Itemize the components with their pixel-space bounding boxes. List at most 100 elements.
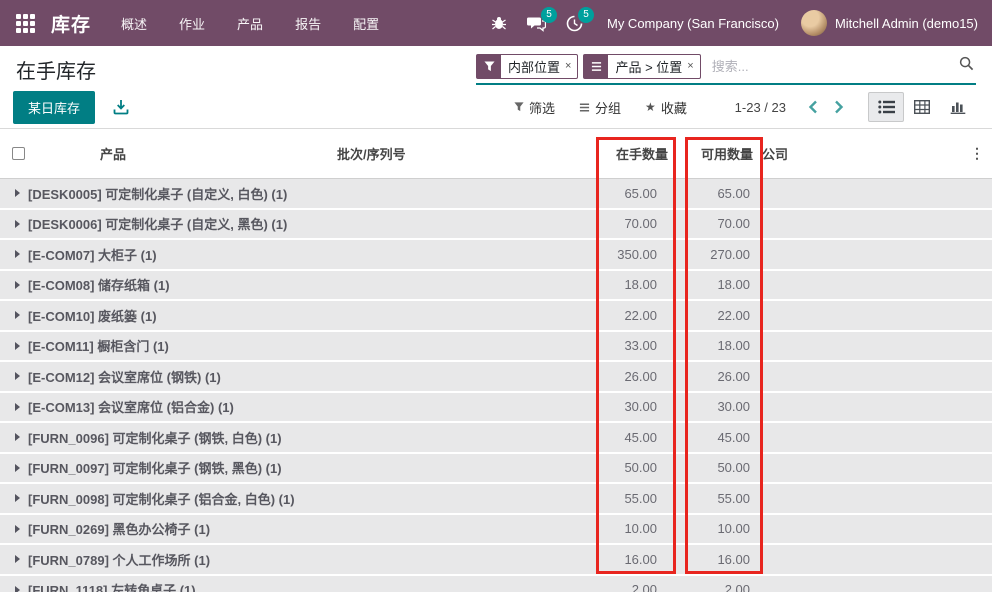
user-avatar[interactable] [801, 10, 827, 36]
pager-previous-icon[interactable] [800, 96, 826, 118]
expand-caret-icon[interactable] [15, 555, 20, 563]
table-row[interactable]: [FURN_0098] 可定制化桌子 (铝合金, 白色) (1) 55.00 5… [0, 484, 992, 515]
menu-item-2[interactable]: 产品 [221, 0, 279, 47]
group-label: [FURN_0097] 可定制化桌子 (钢铁, 黑色) (1) [28, 458, 282, 477]
cell-on-hand: 50.00 [590, 460, 668, 475]
pager-next-icon[interactable] [826, 96, 852, 118]
expand-caret-icon[interactable] [15, 342, 20, 350]
expand-caret-icon[interactable] [15, 586, 20, 592]
group-label: [E-COM11] 橱柜含门 (1) [28, 336, 169, 355]
cell-available: 26.00 [668, 369, 753, 384]
group-label: [E-COM08] 储存纸箱 (1) [28, 275, 170, 294]
messages-badge: 5 [541, 7, 557, 23]
facet-remove-icon[interactable]: × [564, 55, 577, 78]
pivot-view-button[interactable] [904, 92, 940, 122]
cell-on-hand: 26.00 [590, 369, 668, 384]
group-label: [E-COM10] 废纸篓 (1) [28, 306, 157, 325]
main-menu: 概述作业产品报告配置 [105, 0, 395, 47]
page-title: 在手库存 [16, 55, 96, 84]
search-bar: 内部位置 × 产品 > 位置 × [476, 54, 976, 85]
table-row[interactable]: [FURN_0789] 个人工作场所 (1) 16.00 16.00 [0, 545, 992, 576]
top-navbar: 库存 概述作业产品报告配置 5 5 My Company (San [0, 0, 992, 46]
table-row[interactable]: [E-COM12] 会议室席位 (钢铁) (1) 26.00 26.00 [0, 362, 992, 393]
expand-caret-icon[interactable] [15, 189, 20, 197]
activities-menu[interactable]: 5 [556, 9, 593, 38]
group-label: [FURN_1118] 左转角桌子 (1) [28, 580, 196, 592]
cell-on-hand: 70.00 [590, 216, 668, 231]
table-row[interactable]: [E-COM07] 大柜子 (1) 350.00 270.00 [0, 240, 992, 271]
inventory-at-date-button[interactable]: 某日库存 [13, 91, 95, 124]
star-icon: ★ [645, 100, 656, 114]
list-view-button[interactable] [868, 92, 904, 122]
facet-label: 产品 > 位置 [608, 55, 686, 78]
menu-item-4[interactable]: 配置 [337, 0, 395, 47]
search-input[interactable] [706, 57, 959, 76]
column-options-icon[interactable]: ⋮ [962, 145, 992, 162]
debug-bug-icon[interactable] [481, 9, 517, 37]
filters-label: 筛选 [529, 98, 555, 117]
expand-caret-icon[interactable] [15, 403, 20, 411]
expand-caret-icon[interactable] [15, 464, 20, 472]
select-all-checkbox[interactable] [12, 147, 25, 160]
expand-caret-icon[interactable] [15, 372, 20, 380]
expand-caret-icon[interactable] [15, 220, 20, 228]
group-label: [DESK0005] 可定制化桌子 (自定义, 白色) (1) [28, 184, 287, 203]
favorites-menu[interactable]: ★ 收藏 [645, 98, 687, 117]
apps-menu-icon[interactable] [16, 14, 35, 33]
table-row[interactable]: [E-COM08] 储存纸箱 (1) 18.00 18.00 [0, 271, 992, 302]
expand-caret-icon[interactable] [15, 494, 20, 502]
navbar-right: 5 5 My Company (San Francisco) Mitchell … [481, 9, 992, 38]
table-row[interactable]: [E-COM10] 废纸篓 (1) 22.00 22.00 [0, 301, 992, 332]
pager-range: 1-23 / 23 [735, 100, 786, 115]
expand-caret-icon[interactable] [15, 250, 20, 258]
messages-menu[interactable]: 5 [517, 9, 556, 38]
cell-on-hand: 33.00 [590, 338, 668, 353]
app-name[interactable]: 库存 [51, 10, 91, 37]
filter-icon [477, 55, 501, 78]
group-label: [E-COM07] 大柜子 (1) [28, 245, 157, 264]
expand-caret-icon[interactable] [15, 311, 20, 319]
cell-available: 22.00 [668, 308, 753, 323]
facet-label: 内部位置 [501, 55, 564, 78]
groupby-label: 分组 [595, 98, 621, 117]
menu-item-1[interactable]: 作业 [163, 0, 221, 47]
graph-view-button[interactable] [940, 92, 976, 122]
group-label: [FURN_0098] 可定制化桌子 (铝合金, 白色) (1) [28, 489, 295, 508]
table-row[interactable]: [FURN_0096] 可定制化桌子 (钢铁, 白色) (1) 45.00 45… [0, 423, 992, 454]
table-row[interactable]: [FURN_0269] 黑色办公椅子 (1) 10.00 10.00 [0, 515, 992, 546]
expand-caret-icon[interactable] [15, 433, 20, 441]
cell-available: 270.00 [668, 247, 753, 262]
header-on-hand[interactable]: 在手数量 [590, 144, 668, 163]
table-row[interactable]: [DESK0006] 可定制化桌子 (自定义, 黑色) (1) 70.00 70… [0, 210, 992, 241]
company-switcher[interactable]: My Company (San Francisco) [607, 16, 779, 31]
cell-available: 55.00 [668, 491, 753, 506]
user-menu[interactable]: Mitchell Admin (demo15) [835, 16, 978, 31]
menu-item-0[interactable]: 概述 [105, 0, 163, 47]
cell-on-hand: 22.00 [590, 308, 668, 323]
cell-available: 70.00 [668, 216, 753, 231]
header-company[interactable]: 公司 [753, 144, 962, 163]
table-row[interactable]: [E-COM11] 橱柜含门 (1) 33.00 18.00 [0, 332, 992, 363]
filters-menu[interactable]: 筛选 [514, 98, 555, 117]
table-row[interactable]: [FURN_0097] 可定制化桌子 (钢铁, 黑色) (1) 50.00 50… [0, 454, 992, 485]
header-product[interactable]: 产品 [30, 144, 330, 163]
search-icon[interactable] [959, 56, 974, 76]
export-download-icon[interactable] [113, 99, 129, 115]
graph-view-icon [950, 100, 966, 114]
facet-remove-icon[interactable]: × [686, 55, 699, 78]
menu-item-3[interactable]: 报告 [279, 0, 337, 47]
group-icon [579, 102, 590, 113]
bug-icon [491, 15, 507, 31]
table-row[interactable]: [DESK0005] 可定制化桌子 (自定义, 白色) (1) 65.00 65… [0, 179, 992, 210]
cell-on-hand: 18.00 [590, 277, 668, 292]
header-available[interactable]: 可用数量 [668, 144, 753, 163]
groupby-menu[interactable]: 分组 [579, 98, 621, 117]
table-row[interactable]: [E-COM13] 会议室席位 (铝合金) (1) 30.00 30.00 [0, 393, 992, 424]
expand-caret-icon[interactable] [15, 281, 20, 289]
cell-available: 50.00 [668, 460, 753, 475]
cell-available: 30.00 [668, 399, 753, 414]
expand-caret-icon[interactable] [15, 525, 20, 533]
cell-on-hand: 16.00 [590, 552, 668, 567]
header-lot-serial[interactable]: 批次/序列号 [330, 144, 590, 163]
table-row[interactable]: [FURN_1118] 左转角桌子 (1) 2.00 2.00 [0, 576, 992, 592]
